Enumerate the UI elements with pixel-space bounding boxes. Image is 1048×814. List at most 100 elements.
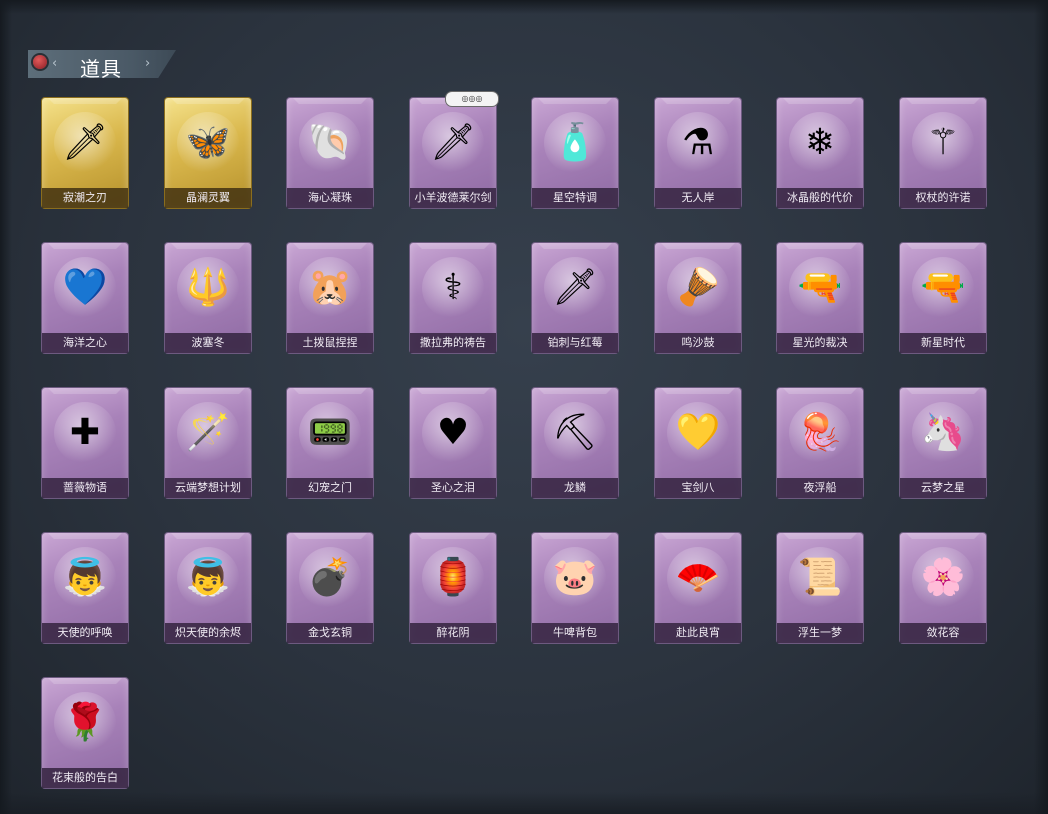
card-top-notch [538,533,612,539]
item-card[interactable]: ⛏ 龙鳞 [532,388,618,498]
item-name: 寂潮之刃 [42,188,128,208]
item-card[interactable]: ❄ 冰晶般的代价 [777,98,863,208]
card-top-notch [783,533,857,539]
item-name: 星空特调 [532,188,618,208]
item-card[interactable]: 🦋 晶澜灵翼 [165,98,251,208]
item-name: 赴此良宵 [655,623,741,643]
item-name: 撒拉弗的祷告 [410,333,496,353]
right-shadow [1034,0,1048,814]
item-card[interactable]: 🌸 敛花容 [900,533,986,643]
item-card[interactable]: ⚕ 撒拉弗的祷告 [410,243,496,353]
card-top-notch [661,533,735,539]
item-card[interactable]: 🏮 醉花阴 [410,533,496,643]
butterfly-wings-icon: 🦋 [177,112,239,174]
pig-backpack-icon: 🐷 [544,547,606,609]
item-card[interactable]: ♥ 圣心之泪 [410,388,496,498]
item-card[interactable]: 🪘 鸣沙鼓 [655,243,741,353]
section-title: 道具 [80,57,122,81]
page-background [0,0,1048,814]
item-card[interactable]: 🐚 海心凝珠 [287,98,373,208]
angel-doll-icon: 👼 [54,547,116,609]
item-card[interactable]: 🪭 赴此良宵 [655,533,741,643]
card-top-notch [906,533,980,539]
heart-locket-icon: 💛 [667,402,729,464]
first-aid-box-icon: ✚ [54,402,116,464]
item-name: 醉花阴 [410,623,496,643]
item-card[interactable]: 👼 天使的呼唤 [42,533,128,643]
item-card[interactable]: ⚗ 无人岸 [655,98,741,208]
pin-icon [33,55,47,69]
card-top-notch [783,243,857,249]
item-card[interactable]: 🪼 夜浮船 [777,388,863,498]
card-top-notch [48,678,122,684]
blade-icon: 🗡 [544,257,606,319]
item-name: 海洋之心 [42,333,128,353]
item-name: 幻宠之门 [287,478,373,498]
top-shadow [0,0,1048,14]
item-name: 牛啤背包 [532,623,618,643]
item-card[interactable]: ⚚ 权杖的许诺 [900,98,986,208]
card-top-notch [906,98,980,104]
item-name: 龙鳞 [532,478,618,498]
item-card[interactable]: 🪄 云端梦想计划 [165,388,251,498]
chevron-right-icon: › [145,56,151,71]
card-top-notch [906,243,980,249]
item-card[interactable]: 🐷 牛啤背包 [532,533,618,643]
card-top-notch [293,533,367,539]
sword-icon: 🗡 [54,112,116,174]
card-top-notch [171,533,245,539]
magic-wand-icon: 🪄 [177,402,239,464]
item-card[interactable]: ✚ 蔷薇物语 [42,388,128,498]
item-card[interactable]: 🗡 铂刺与红莓 [532,243,618,353]
unicorn-cloud-icon: 🦄 [912,402,974,464]
card-top-notch [783,388,857,394]
item-card[interactable]: 💙 海洋之心 [42,243,128,353]
item-card[interactable]: 👼 炽天使的余烬 [165,533,251,643]
item-card[interactable]: 🗡 小羊波德莱尔剑 ◎◎◎ [410,91,499,208]
scroll-icon: 📜 [789,547,851,609]
item-name: 花束般的告白 [42,768,128,788]
golden-shovel-icon: ⛏ [544,402,606,464]
bottom-shadow [0,792,1048,814]
jellyfish-icon: 🪼 [789,402,851,464]
item-name: 土拨鼠捏捏 [287,333,373,353]
item-name: 天使的呼唤 [42,623,128,643]
card-top-notch [661,388,735,394]
item-name: 蔷薇物语 [42,478,128,498]
item-name: 无人岸 [655,188,741,208]
item-name: 波塞冬 [165,333,251,353]
item-card[interactable]: 🔱 波塞冬 [165,243,251,353]
card-top-notch [416,388,490,394]
heart-wand-icon: ♥ [422,402,484,464]
item-card[interactable]: 💣 金戈玄铜 [287,533,373,643]
left-shadow [0,0,12,814]
item-card[interactable]: 📜 浮生一梦 [777,533,863,643]
item-name: 海心凝珠 [287,188,373,208]
item-card[interactable]: 💛 宝剑八 [655,388,741,498]
item-name: 新星时代 [900,333,986,353]
item-card[interactable]: 🐹 土拨鼠捏捏 [287,243,373,353]
heart-necklace-icon: 💙 [54,257,116,319]
item-card[interactable]: 🧴 星空特调 [532,98,618,208]
item-name: 炽天使的余烬 [165,623,251,643]
card-top-notch [661,243,735,249]
item-name: 圣心之泪 [410,478,496,498]
item-card[interactable]: 🔫 新星时代 [900,243,986,353]
item-name: 敛花容 [900,623,986,643]
item-card[interactable]: 📟 幻宠之门 [287,388,373,498]
item-card[interactable]: 🌹 花束般的告白 [42,678,128,788]
item-name: 云梦之星 [900,478,986,498]
card-top-notch [48,533,122,539]
angel-doll-icon: 👼 [177,547,239,609]
hamster-icon: 🐹 [299,257,361,319]
grenade-icon: 💣 [299,547,361,609]
trident-icon: 🔱 [177,257,239,319]
item-card[interactable]: 🔫 星光的裁决 [777,243,863,353]
card-top-notch [906,388,980,394]
item-card[interactable]: 🦄 云梦之星 [900,388,986,498]
card-top-notch [538,388,612,394]
item-card[interactable]: 🗡 寂潮之刃 [42,98,128,208]
bottle-icon: 🧴 [544,112,606,174]
item-name: 鸣沙鼓 [655,333,741,353]
floral-headband-icon: 🌸 [912,547,974,609]
